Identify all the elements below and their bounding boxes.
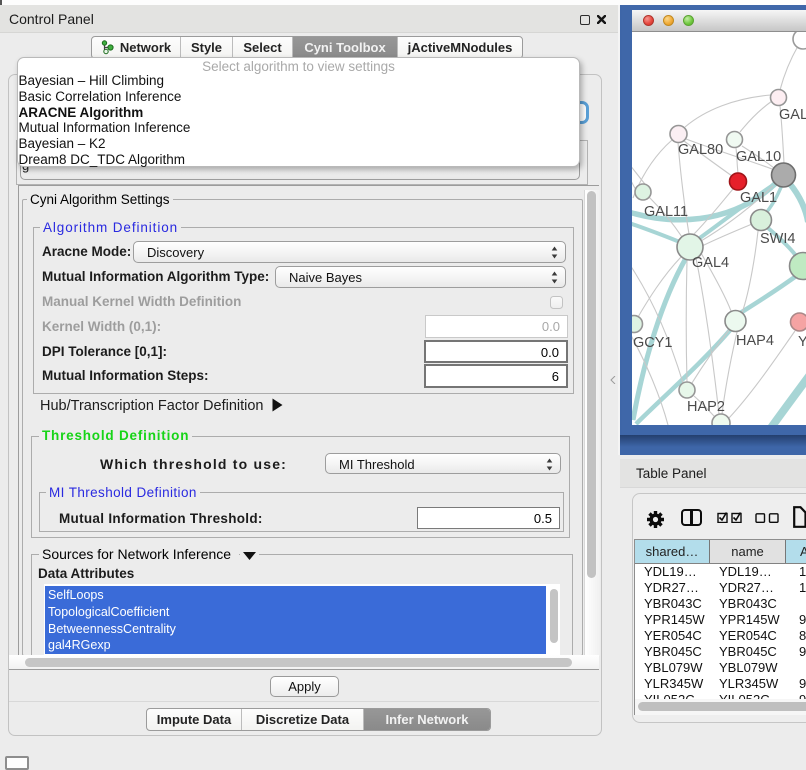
svg-text:GAL4: GAL4 [692, 255, 729, 271]
svg-text:HAP4: HAP4 [736, 333, 774, 349]
svg-text:GAL11: GAL11 [644, 204, 688, 220]
svg-text:HAP2: HAP2 [687, 399, 725, 415]
svg-text:SWI4: SWI4 [760, 231, 795, 247]
svg-text:GAL1: GAL1 [740, 190, 777, 206]
svg-text:GCY1: GCY1 [633, 335, 673, 351]
svg-text:GAL80: GAL80 [678, 142, 723, 158]
svg-text:GAL7: GAL7 [779, 107, 806, 123]
svg-text:GAL10: GAL10 [736, 149, 781, 165]
svg-text:YD: YD [798, 334, 806, 350]
